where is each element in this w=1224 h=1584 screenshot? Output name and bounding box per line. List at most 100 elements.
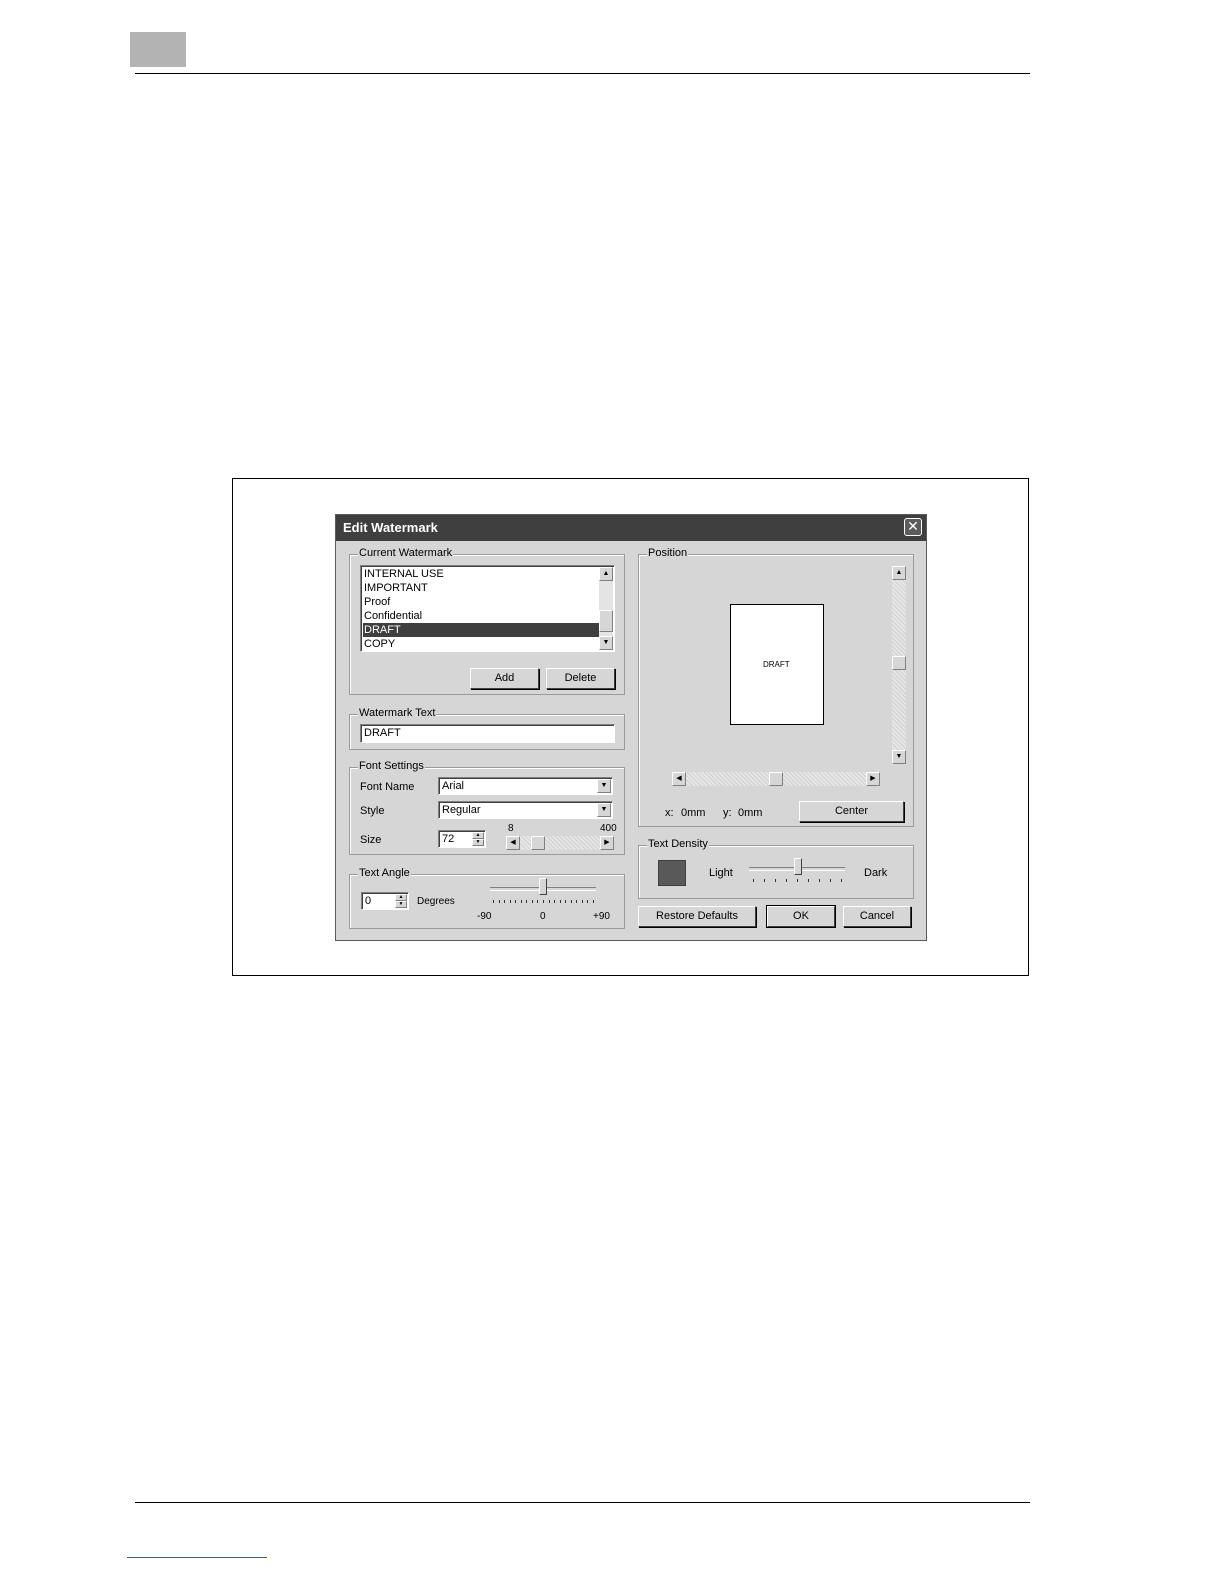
slider-tick bbox=[504, 900, 505, 903]
font-settings-legend: Font Settings bbox=[358, 760, 425, 772]
text-angle-group: Text Angle 0 ▲ ▼ Degrees -90 0 +90 bbox=[349, 867, 625, 929]
density-slider-thumb[interactable] bbox=[794, 858, 802, 875]
watermark-text-input[interactable]: DRAFT bbox=[360, 724, 615, 743]
list-item[interactable]: IMPORTANT bbox=[363, 581, 599, 595]
restore-defaults-button[interactable]: Restore Defaults bbox=[638, 906, 756, 927]
vertical-position-thumb[interactable] bbox=[892, 656, 906, 670]
scroll-up-icon[interactable]: ▲ bbox=[892, 566, 906, 580]
scroll-thumb[interactable] bbox=[599, 610, 613, 632]
size-scrollbar[interactable]: ◀ ▶ bbox=[506, 836, 614, 850]
list-item[interactable]: DRAFT bbox=[363, 623, 599, 637]
slider-tick bbox=[841, 879, 842, 882]
watermark-text-legend: Watermark Text bbox=[358, 707, 437, 719]
title-bar: Edit Watermark ✕ bbox=[336, 515, 926, 541]
header-rule bbox=[135, 73, 1030, 74]
slider-tick bbox=[819, 879, 820, 882]
scroll-up-icon[interactable]: ▲ bbox=[599, 567, 613, 581]
chapter-tab bbox=[130, 32, 186, 67]
slider-tick bbox=[786, 879, 787, 882]
x-label: x: bbox=[665, 807, 674, 819]
stepper-up-icon[interactable]: ▲ bbox=[472, 832, 484, 839]
scroll-right-icon[interactable]: ▶ bbox=[600, 836, 614, 850]
slider-tick bbox=[830, 879, 831, 882]
font-settings-group: Font Settings Font Name Arial ▼ Style Re… bbox=[349, 760, 625, 855]
style-dropdown[interactable]: Regular ▼ bbox=[438, 801, 613, 819]
x-value: 0mm bbox=[681, 807, 706, 819]
font-name-value: Arial bbox=[442, 780, 465, 792]
close-icon[interactable]: ✕ bbox=[904, 518, 922, 536]
slider-tick bbox=[808, 879, 809, 882]
stepper-up-icon[interactable]: ▲ bbox=[395, 894, 407, 901]
slider-tick bbox=[797, 879, 798, 882]
cancel-button[interactable]: Cancel bbox=[843, 906, 911, 927]
slider-tick bbox=[543, 900, 544, 903]
current-watermark-group: Current Watermark INTERNAL USE IMPORTANT P… bbox=[349, 547, 625, 695]
list-item[interactable]: INTERNAL USE bbox=[363, 567, 599, 581]
horizontal-position-thumb[interactable] bbox=[769, 772, 783, 786]
add-button[interactable]: Add bbox=[470, 668, 539, 689]
slider-tick bbox=[521, 900, 522, 903]
light-label: Light bbox=[709, 867, 733, 879]
ok-button[interactable]: OK bbox=[766, 905, 836, 928]
size-scroll-thumb[interactable] bbox=[531, 836, 545, 850]
slider-tick bbox=[593, 900, 594, 903]
scroll-left-icon[interactable]: ◀ bbox=[672, 772, 686, 786]
angle-max-label: +90 bbox=[593, 911, 610, 922]
slider-tick bbox=[560, 900, 561, 903]
center-button[interactable]: Center bbox=[799, 801, 904, 822]
stepper-down-icon[interactable]: ▼ bbox=[472, 839, 484, 846]
degrees-label: Degrees bbox=[417, 896, 455, 907]
slider-tick bbox=[532, 900, 533, 903]
footer-rule bbox=[135, 1502, 1030, 1503]
angle-value: 0 bbox=[365, 895, 372, 907]
y-value: 0mm bbox=[738, 807, 763, 819]
watermark-list[interactable]: INTERNAL USE IMPORTANT Proof Confidential DR… bbox=[360, 565, 615, 652]
position-legend: Position bbox=[647, 547, 689, 559]
position-group: Position DRAFT ▲ ▼ ◀ ▶ x: 0mm y: 0mm Cen… bbox=[638, 547, 914, 827]
stepper-down-icon[interactable]: ▼ bbox=[395, 901, 407, 908]
slider-tick bbox=[775, 879, 776, 882]
size-max-label: 400 bbox=[600, 823, 617, 834]
slider-tick bbox=[526, 900, 527, 903]
angle-min-label: -90 bbox=[477, 911, 492, 922]
density-slider-ticks bbox=[753, 879, 843, 883]
list-scrollbar[interactable]: ▲ ▼ bbox=[599, 567, 613, 650]
font-name-dropdown[interactable]: Arial ▼ bbox=[438, 777, 613, 795]
chevron-down-icon[interactable]: ▼ bbox=[597, 803, 611, 817]
scroll-right-icon[interactable]: ▶ bbox=[866, 772, 880, 786]
angle-slider-ticks bbox=[493, 900, 594, 904]
slider-tick bbox=[565, 900, 566, 903]
angle-slider-thumb[interactable] bbox=[539, 878, 547, 895]
angle-mid-label: 0 bbox=[540, 911, 546, 922]
slider-tick bbox=[537, 900, 538, 903]
horizontal-position-scrollbar[interactable]: ◀ ▶ bbox=[672, 772, 880, 786]
edit-watermark-dialog: Edit Watermark ✕ Current Watermark INTER… bbox=[335, 514, 927, 941]
scroll-down-icon[interactable]: ▼ bbox=[892, 750, 906, 764]
preview-watermark-text: DRAFT bbox=[763, 660, 790, 669]
slider-tick bbox=[753, 879, 754, 882]
angle-stepper[interactable]: 0 ▲ ▼ bbox=[361, 892, 409, 910]
style-label: Style bbox=[360, 805, 385, 817]
style-value: Regular bbox=[442, 804, 481, 816]
watermark-text-group: Watermark Text DRAFT bbox=[349, 707, 625, 750]
text-angle-legend: Text Angle bbox=[358, 867, 411, 879]
slider-tick bbox=[554, 900, 555, 903]
footer-link-underline bbox=[127, 1557, 267, 1558]
delete-button[interactable]: Delete bbox=[546, 668, 615, 689]
size-stepper[interactable]: 72 ▲ ▼ bbox=[438, 830, 486, 848]
chevron-down-icon[interactable]: ▼ bbox=[597, 779, 611, 793]
slider-tick bbox=[582, 900, 583, 903]
vertical-position-scrollbar[interactable]: ▲ ▼ bbox=[892, 566, 906, 764]
text-density-legend: Text Density bbox=[647, 838, 709, 850]
page-preview: DRAFT bbox=[730, 604, 824, 725]
y-label: y: bbox=[723, 807, 732, 819]
size-min-label: 8 bbox=[508, 823, 514, 834]
list-item[interactable]: Confidential bbox=[363, 609, 599, 623]
slider-tick bbox=[515, 900, 516, 903]
slider-tick bbox=[587, 900, 588, 903]
scroll-left-icon[interactable]: ◀ bbox=[506, 836, 520, 850]
list-item[interactable]: Proof bbox=[363, 595, 599, 609]
font-name-label: Font Name bbox=[360, 781, 415, 793]
scroll-down-icon[interactable]: ▼ bbox=[599, 636, 613, 650]
list-item[interactable]: COPY bbox=[363, 637, 599, 651]
